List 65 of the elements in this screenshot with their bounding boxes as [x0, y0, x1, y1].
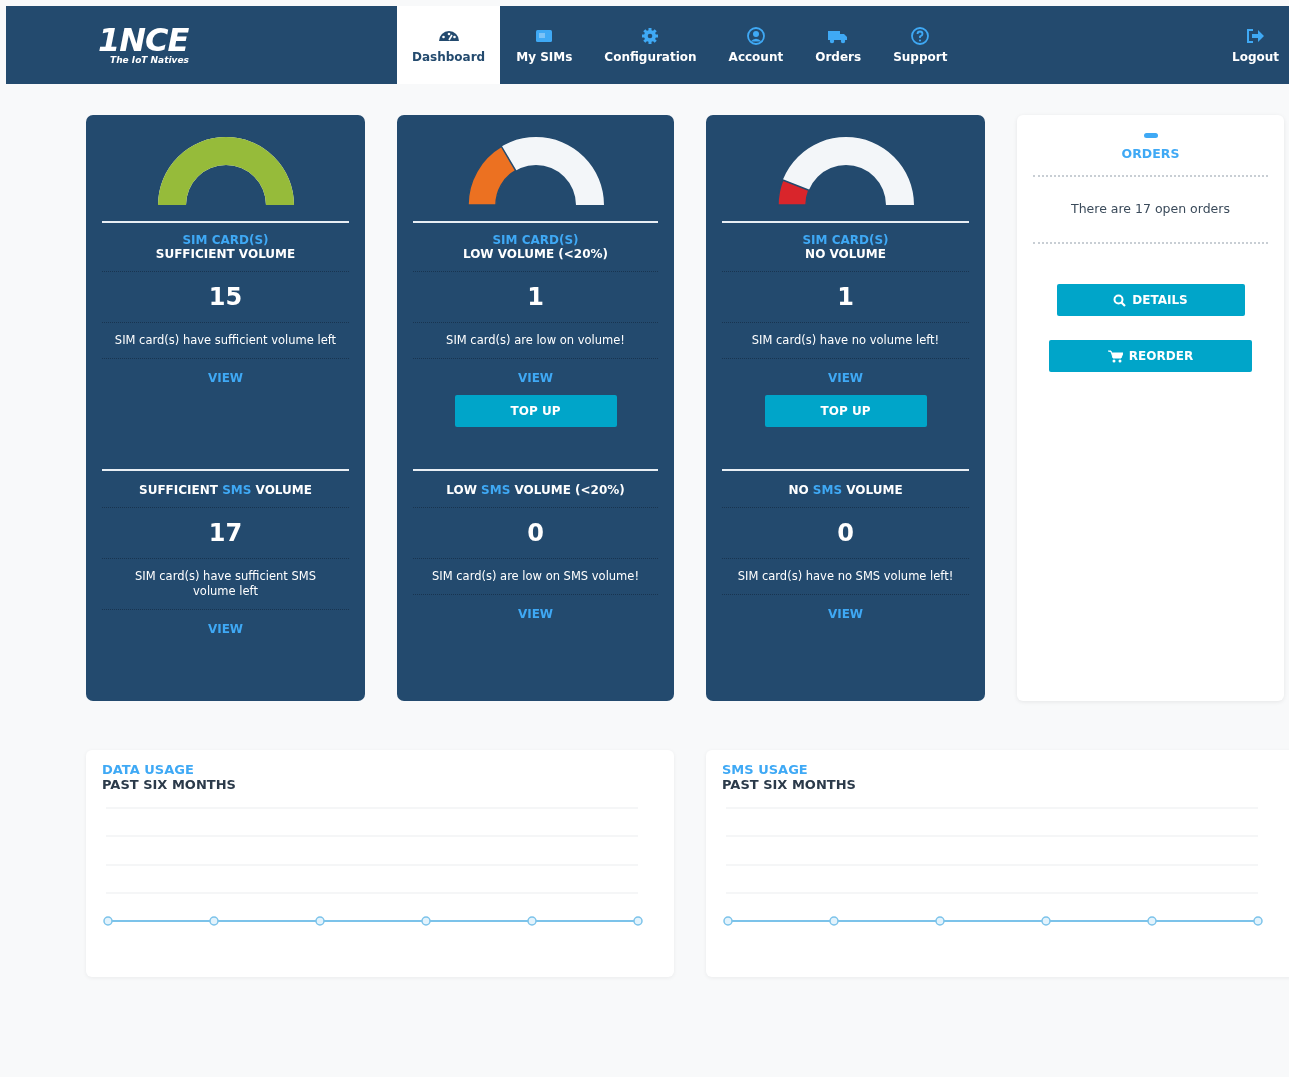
view-link[interactable]: VIEW [517, 371, 554, 385]
accent-mark [1143, 133, 1158, 138]
view-link[interactable]: VIEW [827, 371, 864, 385]
card-description: SIM card(s) are low on SMS volume! [431, 569, 640, 584]
card-label: SIM CARD(S) [181, 233, 270, 247]
nav-tab[interactable]: My SIMs [500, 6, 589, 84]
sms-title: SUFFICIENT SMS VOLUME [138, 483, 313, 497]
card-description: SIM card(s) have sufficient SMS volume left [134, 569, 317, 599]
data-point [527, 916, 537, 926]
gauge-icon [437, 29, 460, 42]
sim-count: 1 [836, 282, 855, 312]
details-button[interactable]: DETAILS [1056, 284, 1245, 316]
user-icon [744, 26, 767, 45]
data-point [315, 916, 325, 926]
data-point [421, 916, 431, 926]
data-point [935, 916, 945, 926]
logo-tagline: The IoT Natives [110, 55, 190, 65]
card-description: SIM card(s) have no SMS volume left! [736, 569, 955, 584]
card-label: SIM CARD(S) [491, 233, 580, 247]
data-point [1041, 916, 1051, 926]
sms-title: NO SMS VOLUME [787, 483, 904, 497]
help-icon [909, 26, 932, 45]
card-description: SIM card(s) have sufficient volume left [113, 333, 338, 348]
view-link[interactable]: VIEW [207, 371, 244, 385]
nav-tab[interactable]: Dashboard [397, 6, 501, 84]
logout-icon [1244, 26, 1267, 45]
chart-subtitle: PAST SIX MONTHS [722, 777, 857, 792]
card-title: SUFFICIENT VOLUME [154, 247, 297, 261]
sms-count: 0 [526, 518, 545, 548]
card-title: LOW VOLUME (<20%) [461, 247, 610, 261]
data-point [1253, 916, 1263, 926]
chart-subtitle: PAST SIX MONTHS [102, 777, 237, 792]
data-point [209, 916, 219, 926]
data-point [723, 916, 733, 926]
top-up-button[interactable]: TOP UP [454, 395, 617, 427]
card-description: SIM card(s) have no volume left! [750, 333, 941, 348]
sim-count: 15 [207, 282, 244, 312]
view-link[interactable]: VIEW [827, 607, 864, 621]
view-link[interactable]: VIEW [207, 622, 244, 636]
card-label: SIM CARD(S) [801, 233, 890, 247]
orders-title: ORDERS [1121, 146, 1180, 161]
nav-tab[interactable]: Account [712, 6, 800, 84]
chart-title: SMS USAGE [722, 762, 809, 777]
view-link[interactable]: VIEW [517, 607, 554, 621]
sms-title: LOW SMS VOLUME (<20%) [445, 483, 626, 497]
nav-tab[interactable]: Support [877, 6, 964, 84]
data-point [829, 916, 839, 926]
orders-summary: There are 17 open orders [1071, 201, 1230, 216]
logout-button[interactable]: Logout [1216, 6, 1289, 84]
chart-title: DATA USAGE [102, 762, 195, 777]
data-point [1147, 916, 1157, 926]
data-point [103, 916, 113, 926]
logo-wordmark: 1NCE [98, 25, 190, 55]
nav-tab[interactable]: Orders [799, 6, 878, 84]
card-description: SIM card(s) are low on volume! [445, 333, 626, 348]
reorder-button[interactable]: REORDER [1049, 340, 1252, 372]
card-title: NO VOLUME [804, 247, 887, 261]
sms-count: 17 [207, 518, 244, 548]
search-icon [1113, 293, 1127, 307]
sim-count: 1 [526, 282, 545, 312]
data-point [633, 916, 643, 926]
sms-count: 0 [836, 518, 855, 548]
top-up-button[interactable]: TOP UP [764, 395, 927, 427]
cart-icon [1107, 349, 1123, 363]
nav-tab[interactable]: Configuration [588, 6, 713, 84]
